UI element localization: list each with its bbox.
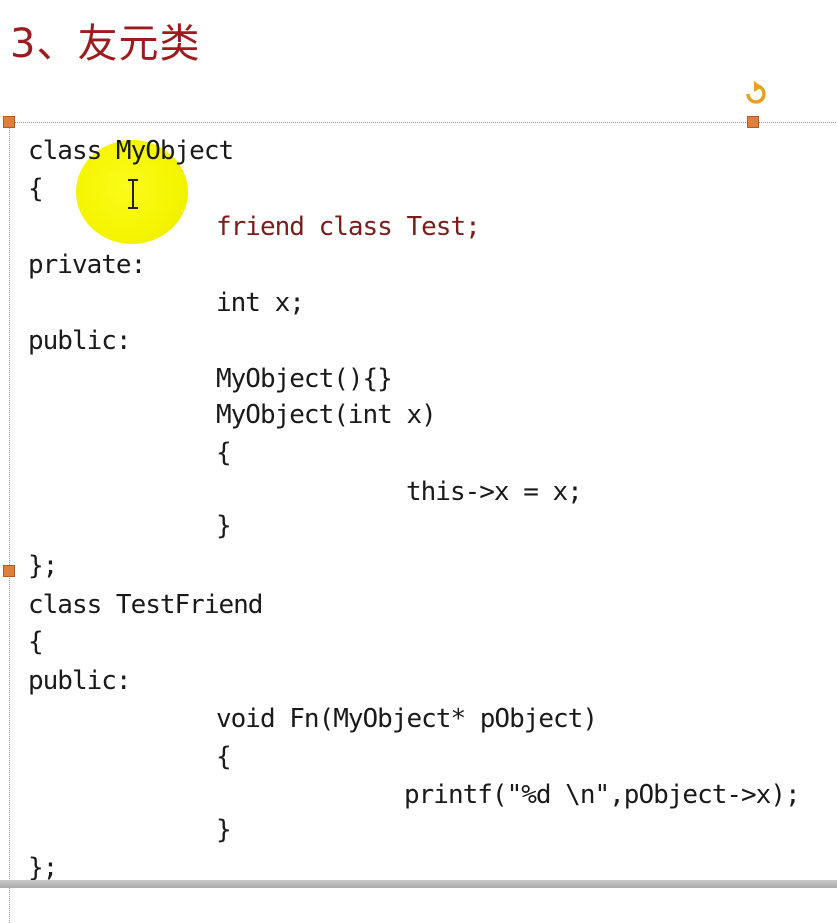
code-line-14: { [28, 627, 44, 657]
rotate-handle-icon[interactable] [740, 80, 770, 110]
code-line-5: int x; [216, 288, 305, 318]
code-line-9: { [216, 438, 232, 468]
resize-handle-left[interactable] [3, 565, 15, 577]
code-line-17: { [216, 742, 232, 772]
code-line-12: }; [28, 551, 58, 581]
code-line-15: public: [28, 666, 132, 696]
resize-handle-top-left[interactable] [3, 116, 15, 128]
bottom-scroll-bar [0, 880, 837, 888]
code-line-1: class MyObject [28, 136, 234, 166]
text-cursor-ibeam-icon [128, 179, 138, 209]
resize-handle-top[interactable] [747, 116, 759, 128]
code-line-7: MyObject(){} [216, 364, 393, 394]
code-line-11: } [216, 511, 232, 541]
code-line-13: class TestFriend [28, 590, 263, 620]
code-line-2: { [28, 174, 44, 204]
code-line-19: } [216, 815, 232, 845]
code-line-4: private: [28, 250, 146, 280]
slide-title: 3、友元类 [10, 21, 201, 67]
code-line-8: MyObject(int x) [216, 400, 437, 430]
code-line-6: public: [28, 326, 132, 356]
code-line-3: friend class Test; [216, 212, 481, 242]
code-line-10: this->x = x; [406, 477, 583, 507]
code-line-16: void Fn(MyObject* pObject) [216, 704, 598, 734]
code-line-18: printf("%d \n",pObject->x); [404, 780, 801, 810]
